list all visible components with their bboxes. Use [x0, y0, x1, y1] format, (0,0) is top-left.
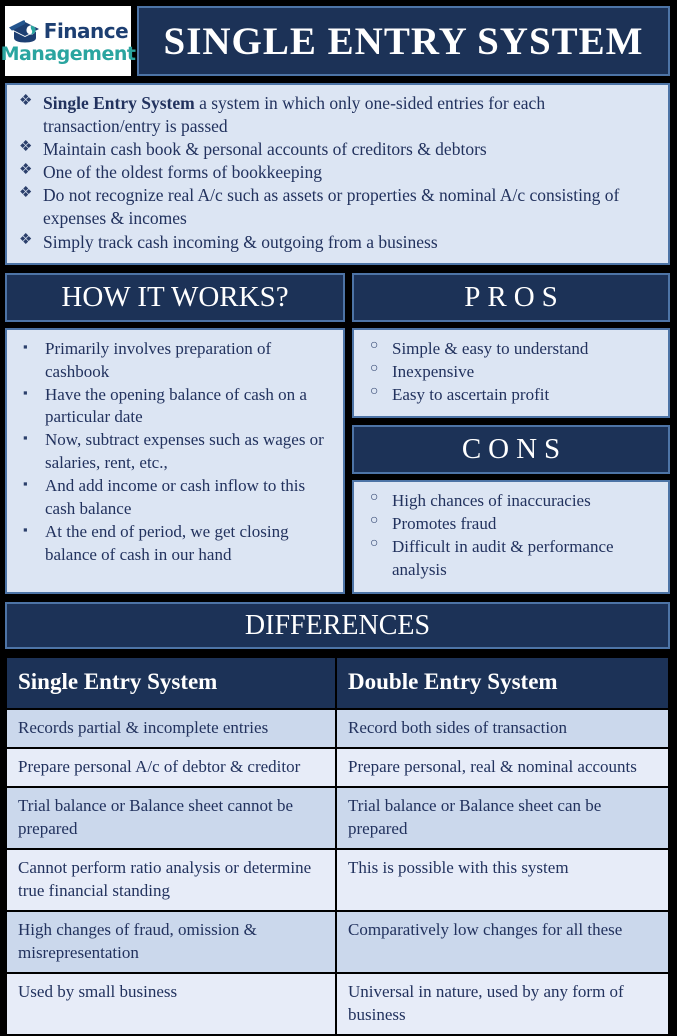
list-item-text: Promotes fraud: [392, 514, 497, 534]
logo-top-line: Finance: [8, 18, 129, 44]
table-header-row: Single Entry System Double Entry System: [6, 657, 669, 709]
diamond-bullet-icon: ❖: [19, 139, 33, 156]
logo-text-management: Management: [0, 43, 136, 65]
table-cell: Trial balance or Balance sheet can be pr…: [336, 787, 669, 850]
intro-text: Simply track cash incoming & outgoing fr…: [43, 231, 438, 252]
circle-bullet-icon: ○: [370, 360, 379, 376]
pros-list: ○ Simple & easy to understand ○ Inexpens…: [362, 338, 660, 407]
brand-logo: Finance Management: [1, 6, 136, 76]
table-cell: High changes of fraud, omission & misrep…: [6, 911, 336, 974]
list-item: ○ Difficult in audit & performance analy…: [362, 536, 660, 582]
cons-panel: ○ High chances of inaccuracies ○ Promote…: [352, 480, 670, 595]
list-item: ▪ At the end of period, we get closing b…: [15, 521, 335, 567]
list-item-text: Simple & easy to understand: [392, 338, 589, 358]
cons-heading: CONS: [461, 433, 568, 466]
list-item-text: Difficult in audit & performance analysi…: [392, 537, 614, 580]
list-item: ○ High chances of inaccuracies: [362, 490, 660, 513]
cons-list: ○ High chances of inaccuracies ○ Promote…: [362, 490, 660, 582]
list-item: ▪ And add income or cash inflow to this …: [15, 475, 335, 521]
circle-bullet-icon: ○: [370, 490, 379, 506]
pros-header: PROS: [352, 272, 670, 322]
how-it-works-panel: ▪ Primarily involves preparation of cash…: [5, 327, 345, 595]
column-header-double-entry: Double Entry System: [336, 657, 669, 709]
square-bullet-icon: ▪: [23, 430, 28, 446]
how-it-works-column: HOW IT WORKS? ▪ Primarily involves prepa…: [5, 272, 345, 595]
table-cell: Comparatively low changes for all these: [336, 911, 669, 974]
column-header-single-entry: Single Entry System: [6, 657, 336, 709]
list-item: ▪ Primarily involves preparation of cash…: [15, 338, 335, 384]
square-bullet-icon: ▪: [23, 522, 28, 538]
diamond-bullet-icon: ❖: [19, 162, 33, 179]
intro-lead: Single Entry System: [43, 93, 195, 113]
how-it-works-heading: HOW IT WORKS?: [61, 280, 289, 313]
square-bullet-icon: ▪: [23, 384, 28, 400]
cons-header: CONS: [352, 425, 670, 475]
list-item: ○ Simple & easy to understand: [362, 338, 660, 361]
intro-text: Do not recognize real A/c such as assets…: [43, 185, 620, 229]
circle-bullet-icon: ○: [370, 337, 379, 353]
differences-table: Single Entry System Double Entry System …: [5, 656, 670, 1036]
table-cell: Trial balance or Balance sheet cannot be…: [6, 787, 336, 850]
differences-header: DIFFERENCES: [5, 602, 670, 650]
list-item-text: And add income or cash inflow to this ca…: [45, 476, 306, 519]
how-it-works-list: ▪ Primarily involves preparation of cash…: [15, 338, 335, 567]
list-item: ❖ Do not recognize real A/c such as asse…: [17, 184, 658, 230]
pros-panel: ○ Simple & easy to understand ○ Inexpens…: [352, 327, 670, 419]
list-item-text: Inexpensive: [392, 361, 475, 381]
table-cell: Cannot perform ratio analysis or determi…: [6, 849, 336, 912]
table-cell: Used by small business: [6, 973, 336, 1035]
pros-heading: PROS: [464, 280, 565, 313]
table-cell: This is possible with this system: [336, 849, 669, 912]
list-item-text: Primarily involves preparation of cashbo…: [45, 338, 272, 381]
list-item: ○ Inexpensive: [362, 361, 660, 384]
table-row: Trial balance or Balance sheet cannot be…: [6, 787, 669, 850]
table-cell: Prepare personal A/c of debtor & credito…: [6, 748, 336, 788]
list-item-text: Have the opening balance of cash on a pa…: [45, 384, 307, 427]
differences-heading: DIFFERENCES: [244, 609, 431, 641]
table-row: High changes of fraud, omission & misrep…: [6, 911, 669, 974]
intro-text: One of the oldest forms of bookkeeping: [43, 162, 322, 183]
table-row: Used by small business Universal in natu…: [6, 973, 669, 1035]
list-item: ○ Promotes fraud: [362, 513, 660, 536]
how-it-works-header: HOW IT WORKS?: [5, 272, 345, 322]
square-bullet-icon: ▪: [23, 338, 28, 354]
pros-cons-column: PROS ○ Simple & easy to understand ○ Ine…: [352, 272, 670, 595]
table-row: Records partial & incomplete entries Rec…: [6, 708, 669, 749]
page-title-text: SINGLE ENTRY SYSTEM: [163, 19, 644, 63]
middle-section: HOW IT WORKS? ▪ Primarily involves prepa…: [5, 272, 670, 595]
infographic-page: Finance Management SINGLE ENTRY SYSTEM ❖…: [0, 0, 677, 1036]
diamond-bullet-icon: ❖: [19, 185, 33, 202]
circle-bullet-icon: ○: [370, 513, 379, 529]
square-bullet-icon: ▪: [23, 476, 28, 492]
list-item-text: High chances of inaccuracies: [392, 491, 591, 511]
table-cell: Prepare personal, real & nominal account…: [336, 748, 669, 788]
list-item: ❖ Simply track cash incoming & outgoing …: [17, 231, 658, 254]
circle-bullet-icon: ○: [370, 383, 379, 399]
intro-list: ❖ Single Entry System a system in which …: [17, 92, 658, 254]
intro-text: Maintain cash book & personal accounts o…: [43, 139, 487, 160]
list-item: ▪ Now, subtract expenses such as wages o…: [15, 429, 335, 475]
table-cell: Universal in nature, used by any form of…: [336, 973, 669, 1035]
table-cell: Record both sides of transaction: [336, 708, 669, 749]
diamond-bullet-icon: ❖: [19, 93, 33, 109]
list-item: ❖ One of the oldest forms of bookkeeping: [17, 161, 658, 184]
table-row: Cannot perform ratio analysis or determi…: [6, 849, 669, 912]
list-item-text: Now, subtract expenses such as wages or …: [45, 430, 324, 473]
header: Finance Management SINGLE ENTRY SYSTEM: [1, 6, 670, 76]
list-item: ○ Easy to ascertain profit: [362, 384, 660, 407]
list-item: ❖ Maintain cash book & personal accounts…: [17, 138, 658, 161]
graduation-cap-icon: [8, 18, 42, 44]
list-item: ❖ Single Entry System a system in which …: [17, 92, 658, 138]
list-item: ▪ Have the opening balance of cash on a …: [15, 384, 335, 430]
table-cell: Records partial & incomplete entries: [6, 708, 336, 749]
intro-panel: ❖ Single Entry System a system in which …: [5, 83, 670, 265]
diamond-bullet-icon: ❖: [19, 231, 33, 248]
page-title: SINGLE ENTRY SYSTEM: [137, 6, 670, 76]
table-row: Prepare personal A/c of debtor & credito…: [6, 748, 669, 788]
list-item-text: Easy to ascertain profit: [392, 384, 550, 404]
circle-bullet-icon: ○: [370, 536, 379, 552]
logo-text-finance: Finance: [43, 19, 129, 43]
list-item-text: At the end of period, we get closing bal…: [45, 522, 289, 565]
